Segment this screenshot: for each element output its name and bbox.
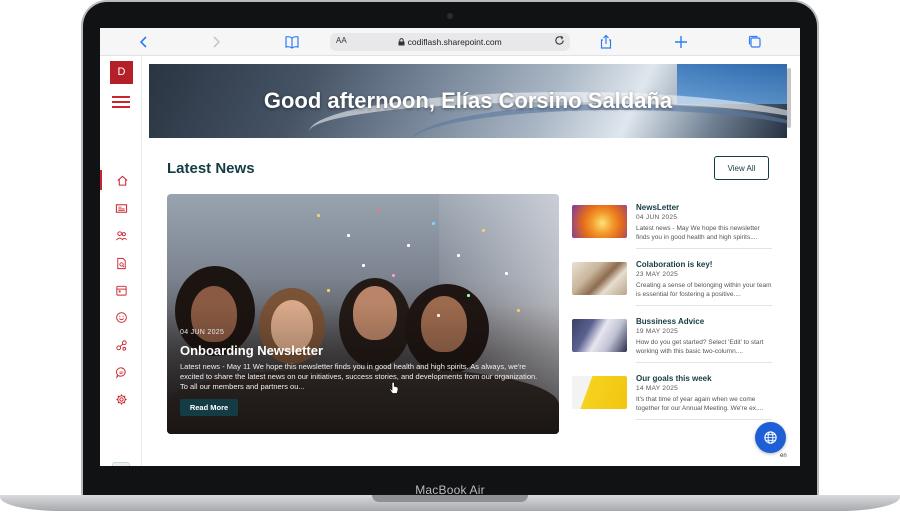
list-item[interactable]: Bussiness Advice 19 MAY 2025 How do you … bbox=[572, 317, 772, 369]
address-bar[interactable]: AA codiflash.sharepoint.com bbox=[330, 33, 570, 51]
news-excerpt: How do you get started? Select 'Edit' to… bbox=[636, 339, 764, 355]
sidebar-item-people[interactable] bbox=[100, 225, 142, 245]
sidebar-item-links[interactable] bbox=[100, 335, 142, 355]
bookmarks-icon[interactable] bbox=[284, 34, 300, 50]
news-thumbnail[interactable] bbox=[572, 262, 627, 295]
home-icon bbox=[117, 175, 127, 186]
divider bbox=[636, 248, 772, 249]
view-all-button[interactable]: View All bbox=[714, 156, 769, 180]
sidebar-item-news[interactable] bbox=[100, 198, 142, 218]
list-item[interactable]: Our goals this week 14 MAY 2025 It's tha… bbox=[572, 374, 772, 426]
tabs-icon[interactable] bbox=[747, 34, 763, 50]
new-tab-icon[interactable] bbox=[673, 34, 689, 50]
url-value: codiflash.sharepoint.com bbox=[407, 37, 502, 47]
sidebar-item-home[interactable] bbox=[100, 170, 142, 190]
laptop-mockup: MacBook Air AA codiflash.sharepoint.com bbox=[0, 0, 900, 517]
browser-toolbar: AA codiflash.sharepoint.com bbox=[100, 28, 800, 56]
list-item[interactable]: NewsLetter 04 JUN 2025 Latest news - May… bbox=[572, 203, 772, 255]
news-excerpt: Creating a sense of belonging within you… bbox=[636, 282, 772, 298]
sidebar-item-chat[interactable] bbox=[100, 362, 142, 382]
sidebar-item-feedback[interactable] bbox=[100, 307, 142, 327]
avatar[interactable]: D bbox=[110, 61, 133, 84]
forward-icon[interactable] bbox=[208, 34, 224, 50]
settings-icon bbox=[115, 393, 127, 405]
pointer-cursor-icon bbox=[389, 381, 399, 398]
sidebar-item-documents[interactable] bbox=[100, 253, 142, 273]
divider bbox=[636, 362, 772, 363]
featured-date: 04 JUN 2025 bbox=[180, 329, 225, 336]
greeting-title: Good afternoon, Elías Corsino Saldaña bbox=[263, 88, 673, 113]
section-title: Latest News bbox=[167, 160, 255, 177]
chat-icon bbox=[115, 366, 126, 379]
main-content: Good afternoon, Elías Corsino Saldaña La… bbox=[148, 63, 792, 466]
app-launcher-icon[interactable] bbox=[112, 462, 130, 466]
news-excerpt: Latest news - May We hope this newslette… bbox=[636, 225, 760, 241]
news-title[interactable]: Colaboration is key! bbox=[636, 260, 712, 269]
language-code: en bbox=[780, 453, 787, 459]
news-title[interactable]: Our goals this week bbox=[636, 374, 712, 383]
sidebar-item-settings[interactable] bbox=[100, 389, 142, 409]
url-text: codiflash.sharepoint.com bbox=[330, 37, 570, 47]
news-title[interactable]: Bussiness Advice bbox=[636, 317, 704, 326]
featured-excerpt: Latest news - May 11 We hope this newsle… bbox=[180, 362, 538, 391]
app-sidebar: D bbox=[100, 56, 142, 466]
news-date: 19 MAY 2025 bbox=[636, 328, 679, 335]
language-button[interactable] bbox=[755, 422, 786, 453]
news-title[interactable]: NewsLetter bbox=[636, 203, 679, 212]
lock-icon bbox=[398, 38, 405, 46]
news-date: 23 MAY 2025 bbox=[636, 271, 679, 278]
news-icon bbox=[115, 203, 127, 213]
hero-banner: Good afternoon, Elías Corsino Saldaña bbox=[149, 64, 787, 138]
read-more-button[interactable]: Read More bbox=[180, 399, 238, 416]
menu-icon[interactable] bbox=[112, 96, 130, 108]
scrollbar[interactable] bbox=[787, 68, 791, 128]
people-icon bbox=[115, 230, 127, 240]
document-search-icon bbox=[116, 257, 126, 269]
calendar-icon bbox=[115, 285, 127, 296]
news-thumbnail[interactable] bbox=[572, 205, 627, 238]
smile-icon bbox=[115, 311, 127, 323]
share-icon[interactable] bbox=[598, 34, 614, 50]
divider bbox=[636, 419, 772, 420]
share-links-icon bbox=[115, 339, 127, 351]
news-date: 14 MAY 2025 bbox=[636, 385, 679, 392]
list-item[interactable]: Colaboration is key! 23 MAY 2025 Creatin… bbox=[572, 260, 772, 312]
featured-news-card[interactable]: 04 JUN 2025 Onboarding Newsletter Latest… bbox=[167, 194, 559, 434]
globe-icon bbox=[764, 431, 777, 444]
news-thumbnail[interactable] bbox=[572, 376, 627, 409]
news-thumbnail[interactable] bbox=[572, 319, 627, 352]
divider bbox=[636, 305, 772, 306]
news-date: 04 JUN 2025 bbox=[636, 214, 678, 221]
sidebar-item-calendar[interactable] bbox=[100, 280, 142, 300]
screen: AA codiflash.sharepoint.com D Good after… bbox=[100, 28, 800, 466]
back-icon[interactable] bbox=[136, 34, 152, 50]
featured-title[interactable]: Onboarding Newsletter bbox=[180, 343, 323, 358]
device-label: MacBook Air bbox=[415, 483, 485, 497]
reload-icon[interactable] bbox=[554, 35, 565, 49]
news-excerpt: It's that time of year again when we com… bbox=[636, 396, 764, 412]
webcam bbox=[447, 13, 453, 19]
